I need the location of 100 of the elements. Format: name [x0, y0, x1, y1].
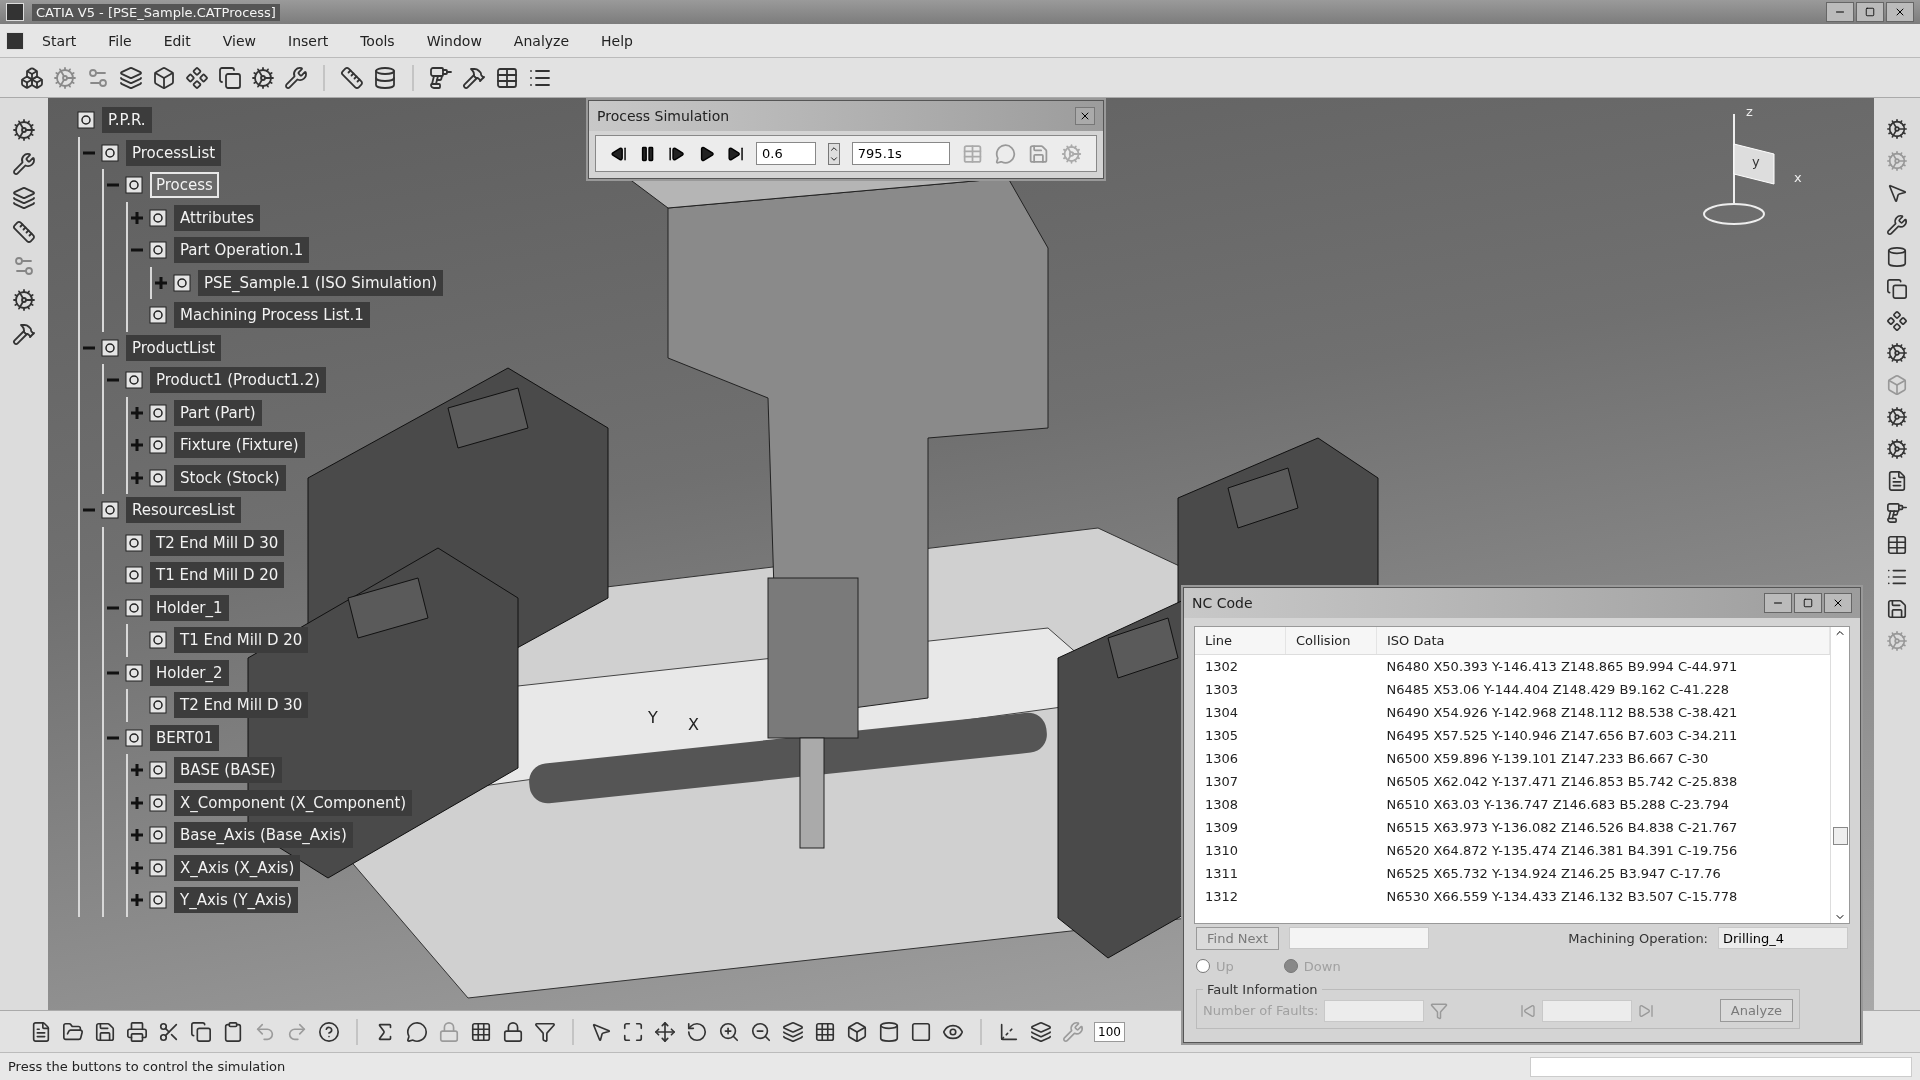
fit-all-icon[interactable] [622, 1020, 644, 1043]
gear-icon[interactable] [1886, 438, 1908, 460]
expand-icon[interactable] [130, 893, 144, 908]
rotate-icon[interactable] [686, 1020, 708, 1043]
expand-icon[interactable] [130, 470, 144, 485]
lock-icon[interactable] [502, 1020, 524, 1043]
tree-item[interactable]: Y_Axis (Y_Axis) [174, 887, 299, 914]
gear-icon[interactable] [12, 118, 36, 142]
expand-icon[interactable] [130, 763, 144, 778]
column-header[interactable]: Collision [1285, 627, 1377, 655]
gear-icon[interactable] [1886, 118, 1908, 140]
gear-icon[interactable] [12, 288, 36, 312]
zoom-out-icon[interactable] [750, 1020, 772, 1043]
sliders-icon[interactable] [12, 254, 36, 278]
maximize-button[interactable] [1794, 593, 1822, 613]
close-button[interactable] [1886, 2, 1914, 22]
speed-field[interactable]: 0.6 [756, 142, 816, 165]
pan-icon[interactable] [654, 1020, 676, 1043]
database-icon[interactable] [373, 65, 397, 90]
command-field[interactable] [1530, 1056, 1912, 1077]
expand-icon[interactable] [130, 438, 144, 453]
tree-item[interactable]: Part (Part) [174, 399, 262, 426]
cylinder-icon[interactable] [878, 1020, 900, 1043]
hammer-icon[interactable] [12, 322, 36, 346]
menu-item[interactable]: Edit [149, 29, 205, 52]
menu-item[interactable]: Analyze [499, 29, 584, 52]
menu-item[interactable]: Help [587, 29, 647, 52]
tree-item[interactable]: ProcessList [126, 139, 222, 166]
minimize-button[interactable] [1826, 2, 1854, 22]
zoom-field[interactable]: 100 [1094, 1021, 1125, 1042]
column-header[interactable]: Line [1195, 627, 1286, 655]
tree-item[interactable]: ResourcesList [126, 497, 241, 524]
cube-icon[interactable] [846, 1020, 868, 1043]
expand-icon[interactable] [154, 275, 168, 290]
boxes-icon[interactable] [20, 65, 44, 90]
menu-item[interactable]: File [94, 29, 146, 52]
tree-item[interactable]: P.P.R. [102, 107, 152, 134]
expand-icon[interactable] [130, 860, 144, 875]
copy-icon[interactable] [218, 65, 242, 90]
printer-icon[interactable] [126, 1020, 148, 1043]
grid-icon[interactable] [470, 1020, 492, 1043]
tree-item[interactable]: PSE_Sample.1 (ISO Simulation) [198, 269, 443, 296]
tree-item[interactable]: Holder_1 [150, 594, 229, 621]
layers-icon[interactable] [119, 65, 143, 90]
tree-item[interactable]: Product1 (Product1.2) [150, 367, 326, 394]
expand-icon[interactable] [130, 828, 144, 843]
table-icon[interactable] [1886, 534, 1908, 556]
component-icon[interactable] [1886, 310, 1908, 332]
expand-icon[interactable] [130, 405, 144, 420]
drill-icon[interactable] [1886, 502, 1908, 524]
wrench-icon[interactable] [1886, 214, 1908, 236]
layers-icon[interactable] [1030, 1020, 1052, 1043]
tree-item[interactable]: ProductList [126, 334, 222, 361]
tree-item[interactable]: Attributes [174, 204, 261, 231]
wrench-icon[interactable] [12, 152, 36, 176]
minimize-button[interactable] [1764, 593, 1792, 613]
layers-icon[interactable] [782, 1020, 804, 1043]
column-header[interactable]: ISO Data [1376, 627, 1830, 655]
speech-bubble-icon[interactable] [406, 1020, 428, 1043]
tree-item[interactable]: Process [150, 172, 219, 199]
tree-item[interactable]: T2 End Mill D 30 [150, 529, 285, 556]
expand-icon[interactable] [130, 795, 144, 810]
tree-item[interactable]: Base_Axis (Base_Axis) [174, 822, 353, 849]
component-icon[interactable] [185, 65, 209, 90]
open-folder-icon[interactable] [62, 1020, 84, 1043]
spinner-control[interactable] [827, 142, 840, 165]
hammer-icon[interactable] [462, 65, 486, 90]
new-file-icon[interactable] [30, 1020, 52, 1043]
tree-item[interactable]: T2 End Mill D 30 [174, 692, 309, 719]
scrollbar[interactable] [1830, 627, 1849, 923]
menu-item[interactable]: Insert [274, 29, 343, 52]
tree-item[interactable]: Part Operation.1 [174, 237, 310, 264]
help-icon[interactable] [318, 1020, 340, 1043]
fault-index-field[interactable] [1542, 999, 1633, 1022]
close-button[interactable] [1075, 107, 1095, 125]
tree-item[interactable]: Holder_2 [150, 659, 229, 686]
maximize-button[interactable] [1856, 2, 1884, 22]
layers-icon[interactable] [12, 186, 36, 210]
expand-icon[interactable] [130, 210, 144, 225]
search-field[interactable] [1289, 927, 1430, 949]
table-icon[interactable] [495, 65, 519, 90]
scroll-thumb[interactable] [1833, 827, 1848, 845]
ruler-icon[interactable] [12, 220, 36, 244]
cube-icon[interactable] [152, 65, 176, 90]
cut-icon[interactable] [158, 1020, 180, 1043]
menu-item[interactable]: Start [28, 29, 91, 52]
zoom-in-icon[interactable] [718, 1020, 740, 1043]
save-icon[interactable] [94, 1020, 116, 1043]
grid-icon[interactable] [814, 1020, 836, 1043]
cylinder-icon[interactable] [1886, 246, 1908, 268]
tree-item[interactable]: X_Component (X_Component) [174, 789, 413, 816]
filter-icon[interactable] [534, 1020, 556, 1043]
tree-item[interactable]: BERT01 [150, 724, 220, 751]
tree-item[interactable]: Stock (Stock) [174, 464, 286, 491]
pointer-icon[interactable] [1886, 182, 1908, 204]
gear-icon[interactable] [1886, 342, 1908, 364]
drill-icon[interactable] [429, 65, 453, 90]
compass-drawing[interactable]: z y x [1694, 104, 1834, 254]
document-icon[interactable] [1886, 470, 1908, 492]
menu-item[interactable]: View [208, 29, 270, 52]
